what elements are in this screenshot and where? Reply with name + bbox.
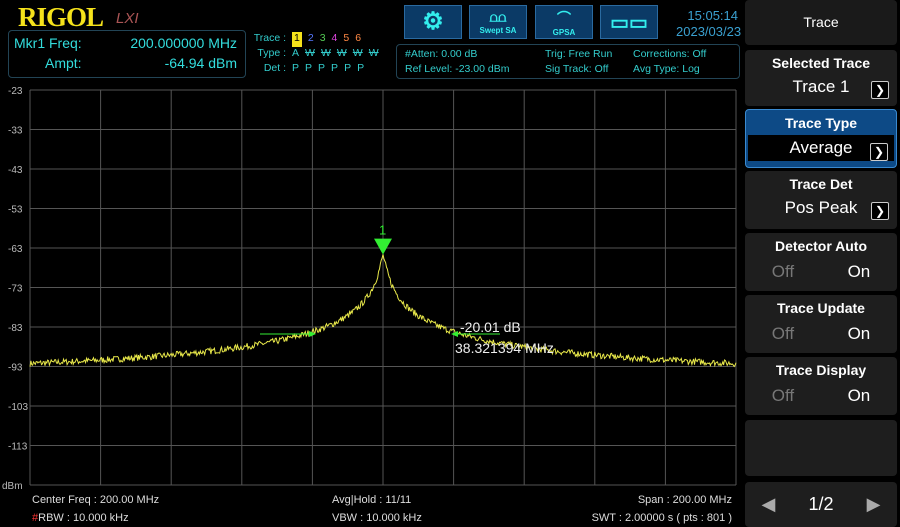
trace-det-2: P [305,62,313,74]
trace-det-4: P [331,62,339,74]
trace-type-3: W [320,47,331,59]
trace-select-5[interactable]: 5 [343,32,349,47]
lxi-logo: LXI [116,10,139,27]
on-option[interactable]: On [848,386,871,406]
delta-db-label: -20.01 dB [460,319,521,335]
y-tick-label: -33 [8,126,23,137]
trace-type-5: W [352,47,363,59]
y-tick-label: -53 [8,205,23,216]
trace-det-3: P [318,62,326,74]
gpsa-button[interactable]: ⌒ GPSA [535,5,593,39]
gpsa-icon: ⌒ [557,9,571,26]
avg-hold: Avg|Hold : 11/11 [332,494,412,506]
delta-freq-label: 38.321394 MHz [455,340,554,356]
y-tick-label: -63 [8,244,23,255]
rbw[interactable]: #RBW : 10.000 kHz [32,512,129,524]
marker-freq-value: 200.000000 MHz [130,35,237,51]
on-option[interactable]: On [848,324,871,344]
trace-select-6[interactable]: 6 [355,32,361,47]
marker-ampt-label: Ampt: [45,55,82,71]
y-tick-label: -113 [8,442,28,453]
rbw-value: RBW : 10.000 kHz [38,512,129,524]
corrections: Corrections: Off [633,48,707,60]
clock-date: 2023/03/23 [676,24,742,39]
trace-det-5: P [344,62,352,74]
trace-select-3[interactable]: 3 [320,32,326,47]
swept-sa-icon: ⩍⩍ [489,9,507,25]
center-freq[interactable]: Center Freq : 200.00 MHz [32,494,159,506]
swept-sa-button[interactable]: ⩍⩍ Swept SA [469,5,527,39]
trace-select-2[interactable]: 2 [308,32,314,47]
trace-type-6: W [368,47,379,59]
trace-update-toggle[interactable]: Trace Update Off On [745,295,897,353]
chevron-right-icon: ❯ [871,202,889,220]
on-option[interactable]: On [848,262,871,282]
layout-button[interactable]: ▭▭ [600,5,658,39]
sig-track: Sig Track: Off [545,63,609,75]
spectrum-plot: -23 -33 -43 -53 -63 -73 -83 -93 -103 -113 dBm 1 -20.… [2,86,737,489]
y-tick-label: -93 [8,363,23,374]
avg-type: Avg Type: Log [633,63,700,75]
y-unit-label: dBm [2,481,23,489]
trace-det-1: P [292,62,300,74]
trace-display-toggle[interactable]: Trace Display Off On [745,357,897,415]
ref-level: Ref Level: -23.00 dBm [405,63,510,75]
trig: Trig: Free Run [545,48,613,60]
marker-readout: Mkr1 Freq: 200.000000 MHz Ampt: -64.94 d… [8,30,246,78]
type-label: Type : [257,47,286,59]
det-label: Det : [263,62,286,74]
trace-type-button[interactable]: Trace Type Average ❯ [745,109,897,168]
trace-label: Trace : [253,32,286,44]
settings-button[interactable]: ⚙ [404,5,462,39]
menu-title: Trace [745,0,897,45]
off-option[interactable]: Off [772,386,794,406]
selected-trace-button[interactable]: Selected Trace Trace 1 ❯ [745,50,897,106]
trace-select-4[interactable]: 4 [332,32,338,47]
marker-freq-label: Mkr1 Freq: [14,35,82,51]
y-tick-label: -73 [8,284,23,295]
marker-1-triangle-icon[interactable] [374,238,392,255]
clock-time: 15:05:14 [687,8,738,23]
gpsa-label: GPSA [552,27,576,37]
marker-ampt-value: -64.94 dBm [164,55,237,71]
y-tick-label: -43 [8,165,23,176]
atten: #Atten: 0.00 dB [405,48,478,60]
trace-table: Trace :123456 Type :AWWWWW Det :PPPPPP [250,32,380,77]
trace-det-button[interactable]: Trace Det Pos Peak ❯ [745,171,897,229]
vbw[interactable]: VBW : 10.000 kHz [332,512,422,524]
off-option[interactable]: Off [772,262,794,282]
chevron-right-icon: ❯ [870,143,888,161]
trace-type-2: W [305,47,315,59]
sweep-time[interactable]: SWT : 2.00000 s ( pts : 801 ) [592,512,732,524]
y-tick-label: -23 [8,86,23,97]
empty-softkey[interactable] [745,420,897,476]
y-tick-label: -103 [8,402,28,413]
page-next-icon[interactable]: ▶ [867,494,881,515]
off-option[interactable]: Off [772,324,794,344]
page-indicator: 1/2 [808,494,834,514]
rigol-logo: RIGOL [18,2,104,32]
span[interactable]: Span : 200.00 MHz [638,494,732,506]
detector-auto-toggle[interactable]: Detector Auto Off On [745,233,897,291]
trace-select-1[interactable]: 1 [292,32,302,47]
marker-1-label: 1 [379,223,386,238]
gear-icon: ⚙ [422,8,444,35]
y-tick-label: -83 [8,323,23,334]
trace-type-4: W [336,47,347,59]
page-prev-icon[interactable]: ◀ [762,494,776,515]
trace-det-6: P [357,62,365,74]
status-info: #Atten: 0.00 dB Ref Level: -23.00 dBm Tr… [396,44,740,79]
page-navigator: ◀ 1/2 ▶ [745,482,897,527]
chevron-right-icon: ❯ [871,81,889,99]
layout-grid-icon: ▭▭ [610,11,648,34]
trace-type-1: A [292,47,300,59]
swept-sa-label: Swept SA [479,25,517,35]
